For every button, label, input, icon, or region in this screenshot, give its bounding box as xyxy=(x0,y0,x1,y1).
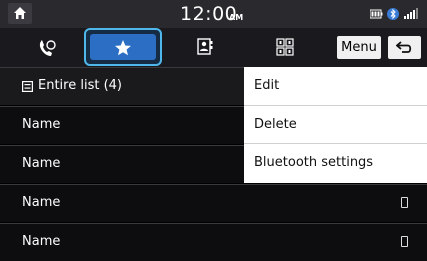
contact-name: Name xyxy=(22,195,61,210)
menu-item-label: Delete xyxy=(254,116,297,132)
menu-item-label: Bluetooth settings xyxy=(254,155,374,171)
menu-item-bluetooth-settings[interactable]: Bluetooth settings xyxy=(244,144,427,183)
tab-contacts[interactable] xyxy=(180,30,230,64)
back-button[interactable] xyxy=(388,36,421,59)
back-icon xyxy=(396,41,412,53)
tab-favorites[interactable] xyxy=(84,28,162,66)
tab-bar: Menu xyxy=(0,28,427,67)
contacts-icon xyxy=(197,38,213,55)
clock-ampm: AM xyxy=(229,13,244,22)
battery-icon xyxy=(370,9,383,19)
dropdown-menu: Edit Delete Bluetooth settings xyxy=(244,67,427,183)
phone-icon xyxy=(401,236,408,247)
home-icon xyxy=(14,7,26,19)
contact-row[interactable]: Name xyxy=(0,184,427,222)
status-bar: 12:00 AM xyxy=(0,0,427,28)
tab-recent-calls[interactable] xyxy=(22,30,72,64)
star-icon xyxy=(115,40,131,56)
keypad-icon xyxy=(276,38,294,56)
list-icon xyxy=(22,81,33,92)
menu-item-edit[interactable]: Edit xyxy=(244,67,427,106)
list-header-label: Entire list (4) xyxy=(38,78,122,93)
home-button[interactable] xyxy=(8,3,32,24)
contact-row[interactable]: Name xyxy=(0,223,427,261)
phone-recent-icon xyxy=(39,40,56,56)
contact-name: Name xyxy=(22,156,61,171)
menu-item-delete[interactable]: Delete xyxy=(244,106,427,145)
menu-button[interactable]: Menu xyxy=(337,36,381,59)
menu-item-label: Edit xyxy=(254,78,280,93)
signal-icon xyxy=(404,8,418,19)
phone-icon xyxy=(401,197,408,208)
tab-dial-pad[interactable] xyxy=(260,30,310,64)
status-icons xyxy=(370,8,418,20)
contact-name: Name xyxy=(22,117,61,132)
contact-name: Name xyxy=(22,234,61,249)
bluetooth-icon xyxy=(387,8,399,20)
